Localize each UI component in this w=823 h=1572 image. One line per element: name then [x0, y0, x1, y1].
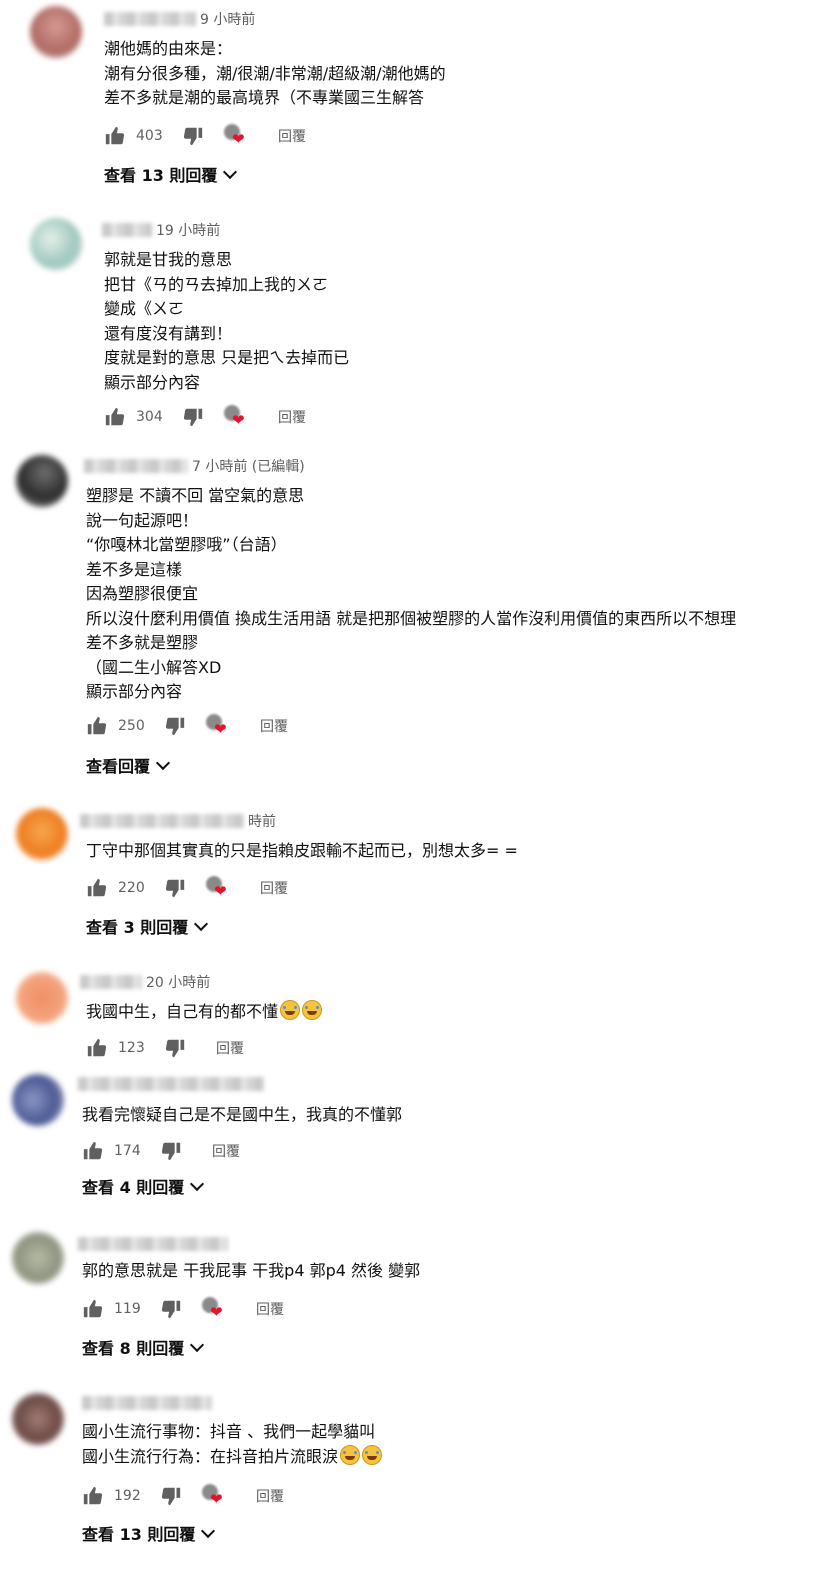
author-name[interactable] — [84, 459, 188, 473]
comment-time[interactable]: 9 小時前 — [200, 9, 255, 29]
thumbs-down-icon[interactable] — [160, 1298, 182, 1320]
laughing-emoji-icon — [302, 1000, 323, 1020]
comment-actions: 123 回覆 — [86, 1035, 244, 1061]
comment-text: 丁守中那個其實真的只是指賴皮跟輸不起而已，別想太多= = — [86, 841, 518, 860]
avatar[interactable] — [16, 972, 68, 1024]
thumbs-up-icon[interactable] — [82, 1140, 104, 1162]
thumbs-up-icon[interactable] — [82, 1298, 104, 1320]
like-count: 250 — [118, 718, 145, 734]
read-more-link[interactable]: 顯示部分內容 — [86, 680, 736, 705]
author-name[interactable] — [78, 1237, 228, 1251]
like-count: 123 — [118, 1040, 145, 1056]
avatar[interactable] — [30, 218, 82, 270]
thumbs-down-icon[interactable] — [164, 877, 186, 899]
comment-text: 郭的意思就是 干我屁事 干我p4 郭p4 然後 變郭 — [82, 1261, 421, 1280]
author-name[interactable] — [80, 814, 244, 828]
comment-time[interactable]: 19 小時前 — [156, 220, 220, 240]
view-replies-button[interactable]: 查看回覆 — [86, 753, 171, 777]
thumbs-up-icon[interactable] — [104, 125, 126, 147]
view-replies-button[interactable]: 查看 3 則回覆 — [86, 914, 209, 938]
reply-button[interactable]: 回覆 — [256, 1486, 284, 1506]
thumbs-up-icon[interactable] — [86, 715, 108, 737]
comment-time[interactable]: 7 小時前 (已編輯) — [192, 456, 305, 476]
reply-button[interactable]: 回覆 — [278, 407, 306, 427]
comment-actions: 250 ❤ 回覆 — [86, 713, 288, 739]
comment-time[interactable]: 20 小時前 — [146, 972, 210, 992]
view-replies-button[interactable]: 查看 13 則回覆 — [82, 1521, 216, 1545]
reply-button[interactable]: 回覆 — [216, 1038, 244, 1058]
thumbs-up-icon[interactable] — [86, 1037, 108, 1059]
comment-time[interactable]: 時前 — [248, 811, 276, 831]
creator-heart-icon: ❤ — [200, 1484, 226, 1508]
comment-actions: 220 ❤ 回覆 — [86, 875, 288, 901]
author-name[interactable] — [102, 223, 152, 237]
thumbs-down-icon[interactable] — [164, 1037, 186, 1059]
thumbs-down-icon[interactable] — [164, 715, 186, 737]
thumbs-up-icon[interactable] — [82, 1485, 104, 1507]
like-count: 174 — [114, 1143, 141, 1159]
creator-heart-icon: ❤ — [222, 405, 248, 429]
view-replies-button[interactable]: 查看 4 則回覆 — [82, 1174, 205, 1198]
comment-text: 郭就是甘我的意思 把甘《ㄢ的ㄢ去掉加上我的ㄨㄛ 變成《ㄨㄛ 還有度沒有講到！ 度… — [104, 248, 349, 395]
author-name[interactable] — [104, 12, 196, 26]
reply-button[interactable]: 回覆 — [260, 878, 288, 898]
comment-actions: 192 ❤ 回覆 — [82, 1483, 284, 1509]
thumbs-down-icon[interactable] — [182, 406, 204, 428]
reply-button[interactable]: 回覆 — [256, 1299, 284, 1319]
read-more-link[interactable]: 顯示部分內容 — [104, 371, 349, 396]
like-count: 192 — [114, 1488, 141, 1504]
view-replies-button[interactable]: 查看 13 則回覆 — [104, 162, 238, 186]
chevron-down-icon — [223, 164, 238, 179]
comment-actions: 119 ❤ 回覆 — [82, 1296, 284, 1322]
reply-button[interactable]: 回覆 — [212, 1141, 240, 1161]
comment-text: 我看完懷疑自己是不是國中生，我真的不懂郭 — [82, 1105, 403, 1124]
laughing-emoji-icon — [280, 1000, 301, 1020]
laughing-emoji-icon — [362, 1444, 383, 1465]
like-count: 119 — [114, 1301, 141, 1317]
comment-text: 潮他媽的由來是： 潮有分很多種，潮/很潮/非常潮/超級潮/潮他媽的 差不多就是潮… — [104, 39, 446, 107]
laughing-emoji-icon — [340, 1444, 361, 1465]
creator-heart-icon: ❤ — [222, 124, 248, 148]
chevron-down-icon — [194, 916, 209, 931]
thumbs-up-icon[interactable] — [86, 877, 108, 899]
chevron-down-icon — [155, 755, 171, 770]
thumbs-down-icon[interactable] — [160, 1485, 182, 1507]
avatar[interactable] — [12, 1074, 64, 1126]
like-count: 220 — [118, 880, 145, 896]
creator-heart-icon: ❤ — [204, 714, 230, 738]
creator-heart-icon: ❤ — [200, 1297, 226, 1321]
like-count: 403 — [136, 128, 163, 144]
comment-actions: 304 ❤ 回覆 — [104, 404, 306, 430]
avatar[interactable] — [16, 455, 68, 507]
creator-heart-icon: ❤ — [204, 876, 230, 900]
chevron-down-icon — [190, 1176, 205, 1191]
chevron-down-icon — [201, 1523, 216, 1538]
thumbs-up-icon[interactable] — [104, 406, 126, 428]
author-name[interactable] — [80, 975, 142, 989]
thumbs-down-icon[interactable] — [160, 1140, 182, 1162]
comment-actions: 403 ❤ 回覆 — [104, 123, 306, 149]
comment-text: 我國中生，自己有的都不懂 — [86, 1000, 323, 1025]
author-name[interactable] — [82, 1396, 212, 1410]
reply-button[interactable]: 回覆 — [278, 126, 306, 146]
avatar[interactable] — [12, 1393, 64, 1445]
chevron-down-icon — [190, 1337, 205, 1352]
comment-actions: 174 回覆 — [82, 1138, 240, 1164]
comment-text: 塑膠是 不讀不回 當空氣的意思 說一句起源吧！ “你嘎林北當塑膠哦”（台語） 差… — [86, 484, 736, 705]
comment-text: 國小生流行事物：抖音 、我們一起學貓叫 國小生流行行為：在抖音拍片流眼淚 — [82, 1420, 383, 1469]
like-count: 304 — [136, 409, 163, 425]
reply-button[interactable]: 回覆 — [260, 716, 288, 736]
view-replies-button[interactable]: 查看 8 則回覆 — [82, 1335, 205, 1359]
avatar[interactable] — [12, 1232, 64, 1284]
author-name[interactable] — [78, 1077, 264, 1091]
thumbs-down-icon[interactable] — [182, 125, 204, 147]
avatar[interactable] — [16, 808, 68, 860]
avatar[interactable] — [30, 6, 82, 58]
